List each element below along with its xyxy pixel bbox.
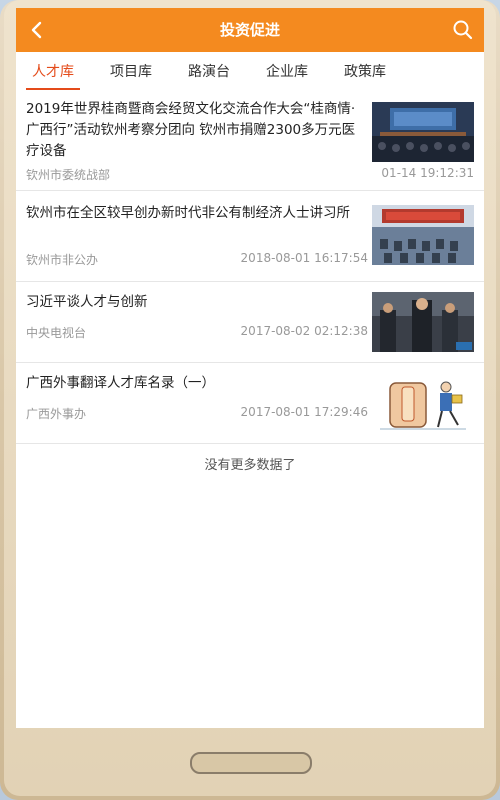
home-button[interactable] xyxy=(190,752,312,774)
news-source: 钦州市委统战部 xyxy=(26,168,111,182)
top-bar: 投资促进 xyxy=(16,8,484,52)
news-thumbnail[interactable] xyxy=(372,292,474,352)
news-time: 2017-08-01 17:29:46 xyxy=(240,405,368,419)
category-tabs: 人才库 项目库 路演台 企业库 政策库 xyxy=(16,52,484,93)
app-screen: 投资促进 人才库 项目库 路演台 企业库 政策库 2019年世界桂商暨商会经贸文… xyxy=(16,8,484,728)
news-time: 2017-08-02 02:12:38 xyxy=(240,324,368,338)
page-title: 投资促进 xyxy=(219,21,280,39)
news-item[interactable]: 2019年世界桂商暨商会经贸文化交流合作大会“桂商情·广西行”活动钦州考察分团向… xyxy=(16,92,484,191)
search-icon[interactable] xyxy=(452,19,474,41)
news-item[interactable]: 钦州市在全区较早创办新时代非公有制经济人士讲习所 钦州市非公办 2018-08-… xyxy=(16,191,484,282)
news-item[interactable]: 广西外事翻译人才库名录（一） 广西外事办 2017-08-01 17:29:46 xyxy=(16,363,484,444)
news-thumbnail[interactable] xyxy=(372,102,474,162)
news-source: 钦州市非公办 xyxy=(26,253,99,267)
news-thumbnail[interactable] xyxy=(372,373,474,433)
news-item[interactable]: 习近平谈人才与创新 中央电视台 2017-08-02 02:12:38 xyxy=(16,282,484,363)
news-source: 中央电视台 xyxy=(26,326,87,340)
news-title[interactable]: 习近平谈人才与创新 xyxy=(26,292,356,313)
tab-roadshow[interactable]: 路演台 xyxy=(174,52,244,92)
tab-policies[interactable]: 政策库 xyxy=(330,52,400,92)
tab-projects[interactable]: 项目库 xyxy=(96,52,166,92)
news-time: 2018-08-01 16:17:54 xyxy=(240,251,368,265)
no-more-data-label: 没有更多数据了 xyxy=(204,458,296,473)
news-thumbnail[interactable] xyxy=(372,205,474,265)
news-time: 01-14 19:12:31 xyxy=(381,166,474,180)
tab-talent[interactable]: 人才库 xyxy=(18,52,88,92)
news-title[interactable]: 钦州市在全区较早创办新时代非公有制经济人士讲习所 xyxy=(26,203,356,224)
news-title[interactable]: 广西外事翻译人才库名录（一） xyxy=(26,373,356,394)
chevron-left-icon[interactable] xyxy=(26,18,48,42)
news-title[interactable]: 2019年世界桂商暨商会经贸文化交流合作大会“桂商情·广西行”活动钦州考察分团向… xyxy=(26,99,356,162)
news-source: 广西外事办 xyxy=(26,407,87,421)
tab-companies[interactable]: 企业库 xyxy=(252,52,322,92)
